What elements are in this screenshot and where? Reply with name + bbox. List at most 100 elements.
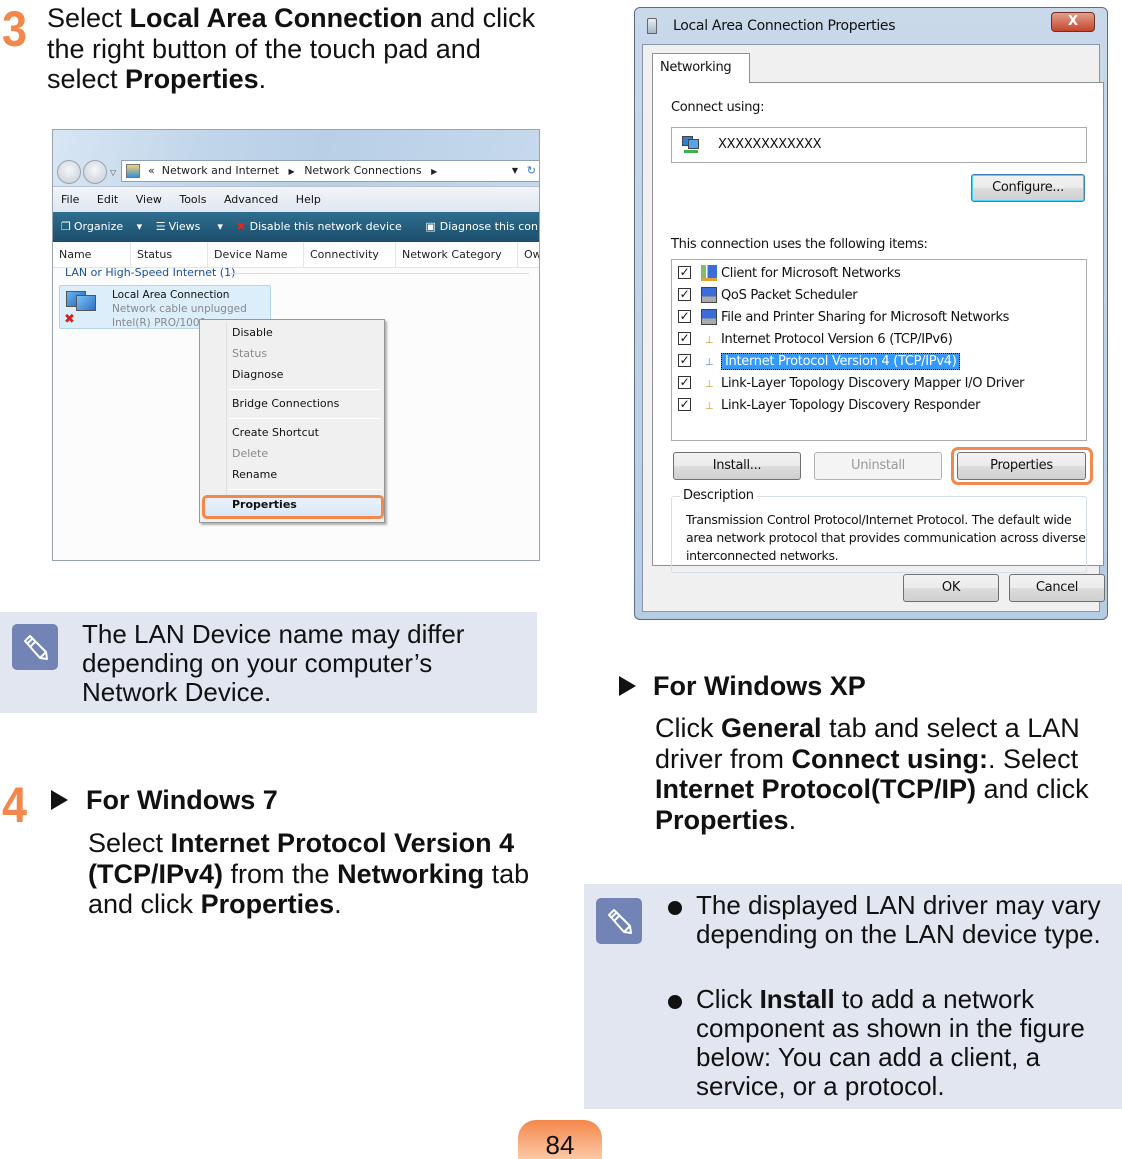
column-network-category[interactable]: Network Category: [395, 242, 502, 268]
checkbox[interactable]: ✓: [678, 310, 691, 323]
close-button[interactable]: X: [1051, 12, 1095, 32]
emphasis-text: Local Area Connection: [129, 3, 423, 33]
context-menu-delete[interactable]: Delete: [232, 447, 268, 460]
selected-item-label: Internet Protocol Version 4 (TCP/IPv4): [721, 353, 961, 370]
context-menu-create-shortcut[interactable]: Create Shortcut: [232, 426, 319, 439]
context-menu-rename[interactable]: Rename: [232, 468, 277, 481]
bullet-icon: [668, 901, 682, 915]
note-box-lan-driver: The displayed LAN driver may vary depend…: [584, 884, 1122, 1109]
windows-xp-heading: For Windows XP: [653, 671, 866, 701]
checkbox[interactable]: ✓: [678, 376, 691, 389]
cancel-button[interactable]: Cancel: [1009, 574, 1105, 602]
text-run: from the: [223, 858, 338, 889]
menu-edit[interactable]: Edit: [97, 193, 118, 206]
network-connection-icon: [647, 18, 657, 34]
list-item-ipv4[interactable]: ✓ ⊥ Internet Protocol Version 4 (TCP/IPv4): [678, 352, 961, 372]
context-menu-bridge[interactable]: Bridge Connections: [232, 397, 339, 410]
networking-tab-panel: Connect using: XXXXXXXXXXXX Configure...…: [652, 82, 1104, 573]
text-run: . Select: [988, 743, 1079, 774]
refresh-icon[interactable]: ↻: [527, 161, 536, 181]
address-dropdown-icon[interactable]: ▼: [512, 161, 518, 181]
checkbox[interactable]: ✓: [678, 354, 691, 367]
menu-tools[interactable]: Tools: [179, 193, 206, 206]
context-menu-status[interactable]: Status: [232, 347, 267, 360]
computer-icon: [701, 286, 717, 303]
group-header[interactable]: LAN or High-Speed Internet (1): [65, 266, 235, 279]
menu-file[interactable]: File: [61, 193, 79, 206]
checkbox[interactable]: ✓: [678, 266, 691, 279]
address-bar[interactable]: « Network and Internet ▶ Network Connect…: [121, 160, 539, 182]
diagnose-button[interactable]: ▣Diagnose this connec: [425, 220, 539, 233]
step3-instruction: Select Local Area Connection and click t…: [47, 3, 537, 95]
protocol-icon: ⊥: [704, 356, 714, 368]
breadcrumb-arrow-icon[interactable]: ▶: [289, 167, 295, 176]
page-number: 84: [518, 1120, 602, 1159]
adapter-field[interactable]: XXXXXXXXXXXX: [671, 127, 1087, 163]
breadcrumb-network-connections[interactable]: Network Connections: [304, 164, 421, 177]
connection-name: Local Area Connection: [112, 289, 230, 301]
checkbox[interactable]: ✓: [678, 288, 691, 301]
emphasis-text: Connect using:: [791, 743, 989, 774]
column-device-name[interactable]: Device Name: [207, 242, 288, 268]
column-status[interactable]: Status: [130, 242, 172, 268]
protocol-icon: ⊥: [704, 334, 714, 346]
diagnose-icon: ▣: [425, 220, 436, 233]
column-name[interactable]: Name: [53, 242, 91, 268]
back-button[interactable]: [57, 160, 81, 184]
history-dropdown-icon[interactable]: ▽: [110, 168, 116, 177]
emphasis-text: Properties: [125, 64, 259, 94]
description-title: Description: [680, 488, 757, 503]
adapter-name: XXXXXXXXXXXX: [718, 137, 822, 152]
checkbox[interactable]: ✓: [678, 332, 691, 345]
column-connectivity[interactable]: Connectivity: [303, 242, 379, 268]
computer-icon: [701, 308, 717, 325]
organize-icon: ❐: [61, 220, 71, 233]
network-adapter-icon: [682, 136, 700, 154]
context-menu-disable[interactable]: Disable: [232, 326, 273, 339]
breadcrumb-arrow-icon[interactable]: ▶: [431, 167, 437, 176]
menu-help[interactable]: Help: [296, 193, 321, 206]
menu-advanced[interactable]: Advanced: [224, 193, 278, 206]
list-item-qos[interactable]: ✓ QoS Packet Scheduler: [678, 286, 858, 306]
list-item-ipv6[interactable]: ✓ ⊥ Internet Protocol Version 6 (TCP/IPv6): [678, 330, 953, 350]
context-menu-properties[interactable]: Properties: [232, 498, 297, 511]
command-bar: ❐ Organize ▾ ☰ Views ▾ ✖ Disable this netwo…: [53, 212, 539, 242]
protocol-icon: ⊥: [704, 378, 714, 390]
forward-button[interactable]: [83, 160, 107, 184]
pencil-icon: [596, 898, 642, 944]
organize-button[interactable]: ❐ Organize ▾: [61, 220, 142, 233]
step-number-4: 4: [2, 777, 28, 833]
items-label: This connection uses the following items…: [671, 237, 928, 252]
views-button[interactable]: ☰ Views ▾: [156, 220, 223, 233]
text-run: Select: [88, 828, 171, 858]
list-item-file-printer-sharing[interactable]: ✓ File and Printer Sharing for Microsoft …: [678, 308, 1009, 328]
list-item-lltd-responder[interactable]: ✓ ⊥ Link-Layer Topology Discovery Responde…: [678, 396, 980, 416]
connection-status: Network cable unplugged: [112, 303, 247, 315]
ok-button[interactable]: OK: [903, 574, 999, 602]
context-menu-diagnose[interactable]: Diagnose: [232, 368, 283, 381]
list-item-lltd-mapper[interactable]: ✓ ⊥ Link-Layer Topology Discovery Mapper I…: [678, 374, 1025, 394]
windows7-heading: For Windows 7: [86, 785, 278, 815]
context-menu-separator: [228, 418, 382, 419]
install-button[interactable]: Install...: [673, 452, 801, 480]
note-box-lan-device: The LAN Device name may differ depending…: [0, 612, 537, 713]
checkbox[interactable]: ✓: [678, 398, 691, 411]
column-owner[interactable]: Ow: [517, 242, 539, 268]
properties-button[interactable]: Properties: [957, 452, 1086, 480]
configure-button[interactable]: Configure...: [971, 174, 1085, 202]
menu-bar: File Edit View Tools Advanced Help: [53, 186, 539, 212]
red-x-icon: ✖: [236, 220, 246, 233]
triangle-bullet-icon: [619, 676, 636, 696]
uninstall-button[interactable]: Uninstall: [814, 452, 942, 480]
menu-view[interactable]: View: [136, 193, 162, 206]
group-divider: [229, 273, 529, 274]
breadcrumb-network-internet[interactable]: Network and Internet: [162, 164, 279, 177]
emphasis-text: Properties: [200, 889, 335, 919]
tab-networking[interactable]: Networking: [652, 53, 750, 83]
text-run: Click: [655, 713, 721, 743]
dialog-title: Local Area Connection Properties: [673, 18, 896, 34]
context-menu-separator: [228, 389, 382, 390]
step4-instruction: Select Internet Protocol Version 4 (TCP/…: [88, 828, 544, 920]
list-item-client-ms[interactable]: ✓ Client for Microsoft Networks: [678, 264, 901, 284]
disable-device-button[interactable]: ✖ Disable this network device: [236, 220, 411, 233]
